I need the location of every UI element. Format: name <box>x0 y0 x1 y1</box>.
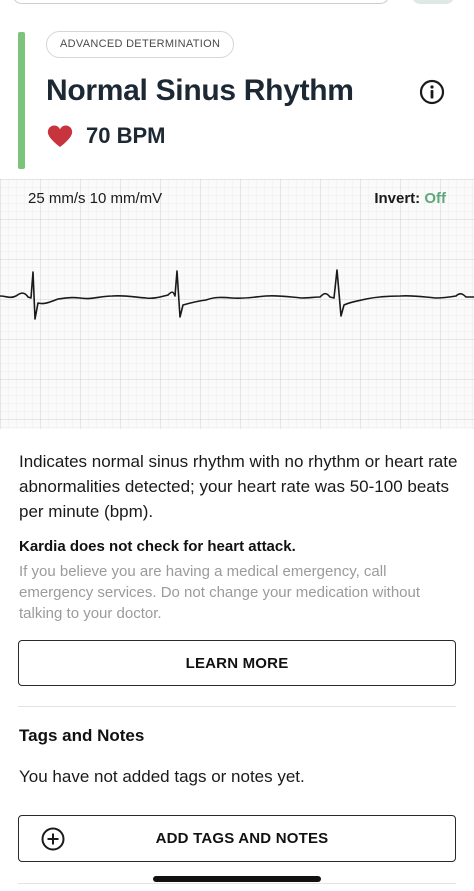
plus-circle-icon <box>41 827 65 851</box>
ecg-strip: 25 mm/s 10 mm/mV Invert: Off <box>0 179 474 429</box>
tags-empty-text: You have not added tags or notes yet. <box>19 767 305 786</box>
rhythm-title: Normal Sinus Rhythm <box>46 74 354 107</box>
section-divider-bottom <box>18 883 456 884</box>
result-accent-bar <box>18 32 25 169</box>
result-card: ADVANCED DETERMINATION Normal Sinus Rhyt… <box>0 22 474 177</box>
add-tags-button[interactable]: ADD TAGS AND NOTES <box>18 815 456 862</box>
previous-button-edge <box>412 0 454 4</box>
ecg-waveform <box>0 269 474 320</box>
result-description: Indicates normal sinus rhythm with no rh… <box>19 452 458 521</box>
info-icon[interactable] <box>419 79 445 105</box>
learn-more-button[interactable]: LEARN MORE <box>18 640 456 686</box>
warning-title: Kardia does not check for heart attack. <box>19 538 296 555</box>
previous-card-edge <box>12 0 390 4</box>
home-indicator[interactable] <box>153 876 321 882</box>
heart-rate-value: 70 BPM <box>86 123 166 148</box>
warning-text: If you believe you are having a medical … <box>19 563 421 622</box>
heart-icon <box>47 125 73 147</box>
tags-section-title: Tags and Notes <box>19 726 145 745</box>
section-divider <box>18 706 456 707</box>
determination-badge: ADVANCED DETERMINATION <box>46 31 235 58</box>
add-tags-label: ADD TAGS AND NOTES <box>155 830 329 847</box>
